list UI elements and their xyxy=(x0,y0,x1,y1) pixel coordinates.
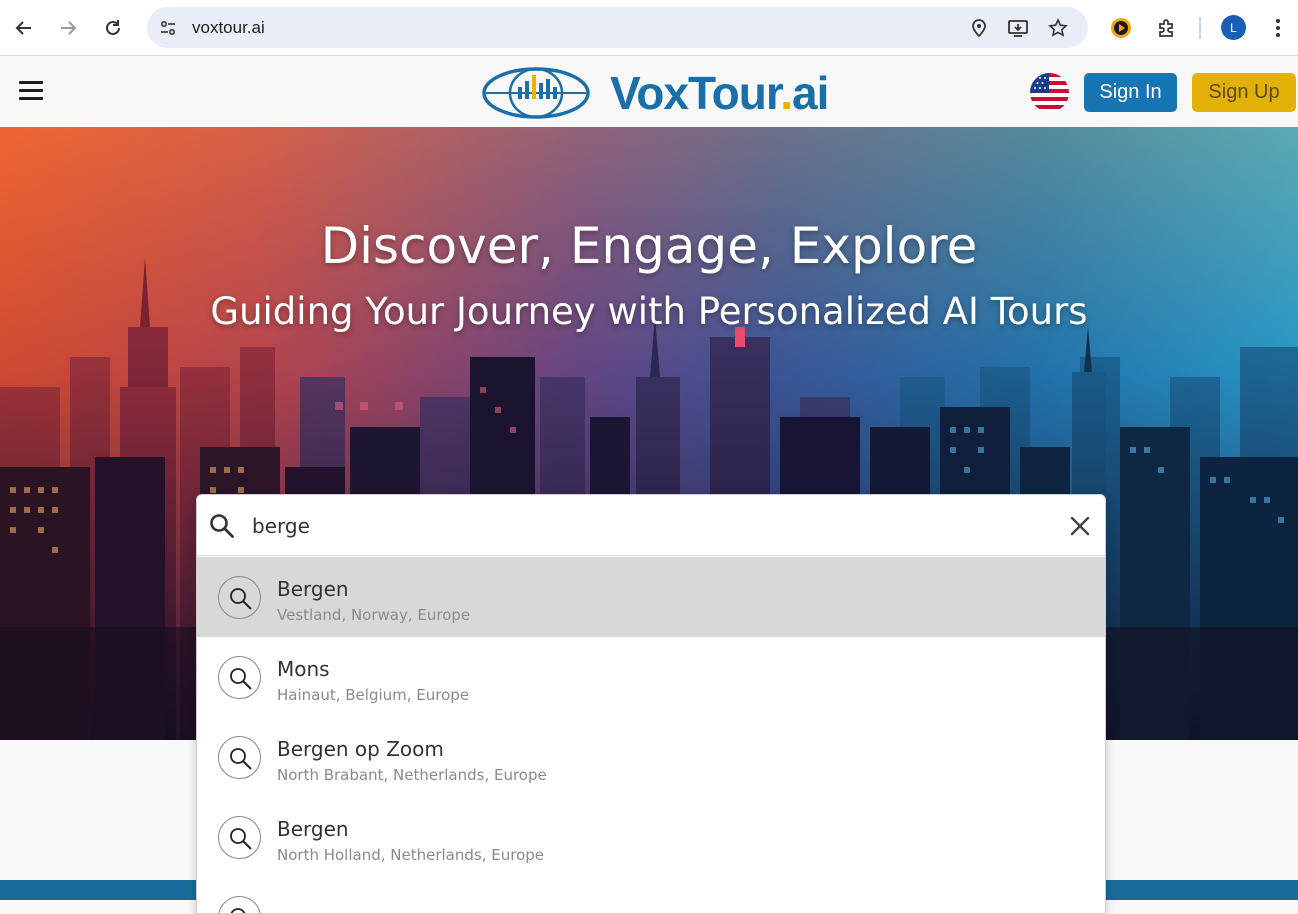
url-text[interactable]: voxtour.ai xyxy=(192,18,265,38)
magnifier-icon xyxy=(230,668,252,690)
search-result-item[interactable] xyxy=(197,877,1105,913)
magnifier-icon xyxy=(230,588,252,610)
magnifier-icon xyxy=(230,748,252,770)
reload-button[interactable] xyxy=(97,12,129,44)
hero-subtitle: Guiding Your Journey with Personalized A… xyxy=(210,290,1088,333)
result-name: Bergen op Zoom xyxy=(277,737,444,761)
sign-up-button[interactable]: Sign Up xyxy=(1192,73,1296,112)
extensions-puzzle-icon[interactable] xyxy=(1153,14,1181,42)
search-result-item[interactable]: Bergen Vestland, Norway, Europe xyxy=(197,557,1105,637)
site-info-icon[interactable] xyxy=(156,16,180,40)
search-input[interactable] xyxy=(252,509,1032,543)
browser-toolbar: voxtour.ai L xyxy=(0,0,1298,56)
more-options-icon[interactable] xyxy=(1264,14,1292,42)
result-location: North Holland, Netherlands, Europe xyxy=(277,846,544,864)
voxtour-logo[interactable]: VoxTour.ai xyxy=(482,65,829,121)
media-extension-icon[interactable] xyxy=(1107,14,1135,42)
result-location: North Brabant, Netherlands, Europe xyxy=(277,766,547,784)
back-button[interactable] xyxy=(8,12,40,44)
search-result-item[interactable]: Bergen op Zoom North Brabant, Netherland… xyxy=(197,717,1105,797)
search-result-icon xyxy=(218,896,261,913)
result-location: Vestland, Norway, Europe xyxy=(277,606,471,624)
install-app-icon[interactable] xyxy=(1006,16,1030,40)
magnifier-icon xyxy=(230,828,252,850)
search-result-icon xyxy=(218,816,261,859)
toolbar-separator xyxy=(1199,17,1201,39)
search-bar xyxy=(197,495,1105,556)
us-flag-icon[interactable] xyxy=(1030,73,1069,112)
location-pin-icon[interactable] xyxy=(967,16,991,40)
hero-title: Discover, Engage, Explore xyxy=(320,217,978,275)
close-icon[interactable] xyxy=(1069,515,1091,537)
search-icon xyxy=(210,514,234,538)
search-result-icon xyxy=(218,656,261,699)
search-autocomplete-panel: Bergen Vestland, Norway, Europe Mons Hai… xyxy=(196,494,1106,914)
site-header: VoxTour.ai Sign In Sign Up xyxy=(0,57,1298,127)
result-name: Bergen xyxy=(277,817,349,841)
magnifier-icon xyxy=(230,908,246,913)
forward-button[interactable] xyxy=(52,12,84,44)
result-name: Mons xyxy=(277,657,330,681)
result-name: Bergen xyxy=(277,577,349,601)
search-result-item[interactable]: Mons Hainaut, Belgium, Europe xyxy=(197,637,1105,717)
search-result-icon xyxy=(218,576,261,619)
logo-wordmark: VoxTour.ai xyxy=(610,67,829,119)
search-result-item[interactable]: Bergen North Holland, Netherlands, Europ… xyxy=(197,797,1105,877)
search-result-icon xyxy=(218,736,261,779)
bookmark-star-icon[interactable] xyxy=(1046,16,1070,40)
arrow-left-icon xyxy=(15,21,31,35)
result-location: Hainaut, Belgium, Europe xyxy=(277,686,470,704)
globe-logo-icon xyxy=(482,67,590,119)
reload-icon xyxy=(106,20,120,35)
address-bar[interactable]: voxtour.ai xyxy=(147,7,1088,48)
profile-avatar[interactable]: L xyxy=(1221,15,1246,40)
arrow-right-icon xyxy=(61,21,77,35)
sign-in-button[interactable]: Sign In xyxy=(1084,73,1177,112)
menu-hamburger-icon[interactable] xyxy=(19,81,43,101)
